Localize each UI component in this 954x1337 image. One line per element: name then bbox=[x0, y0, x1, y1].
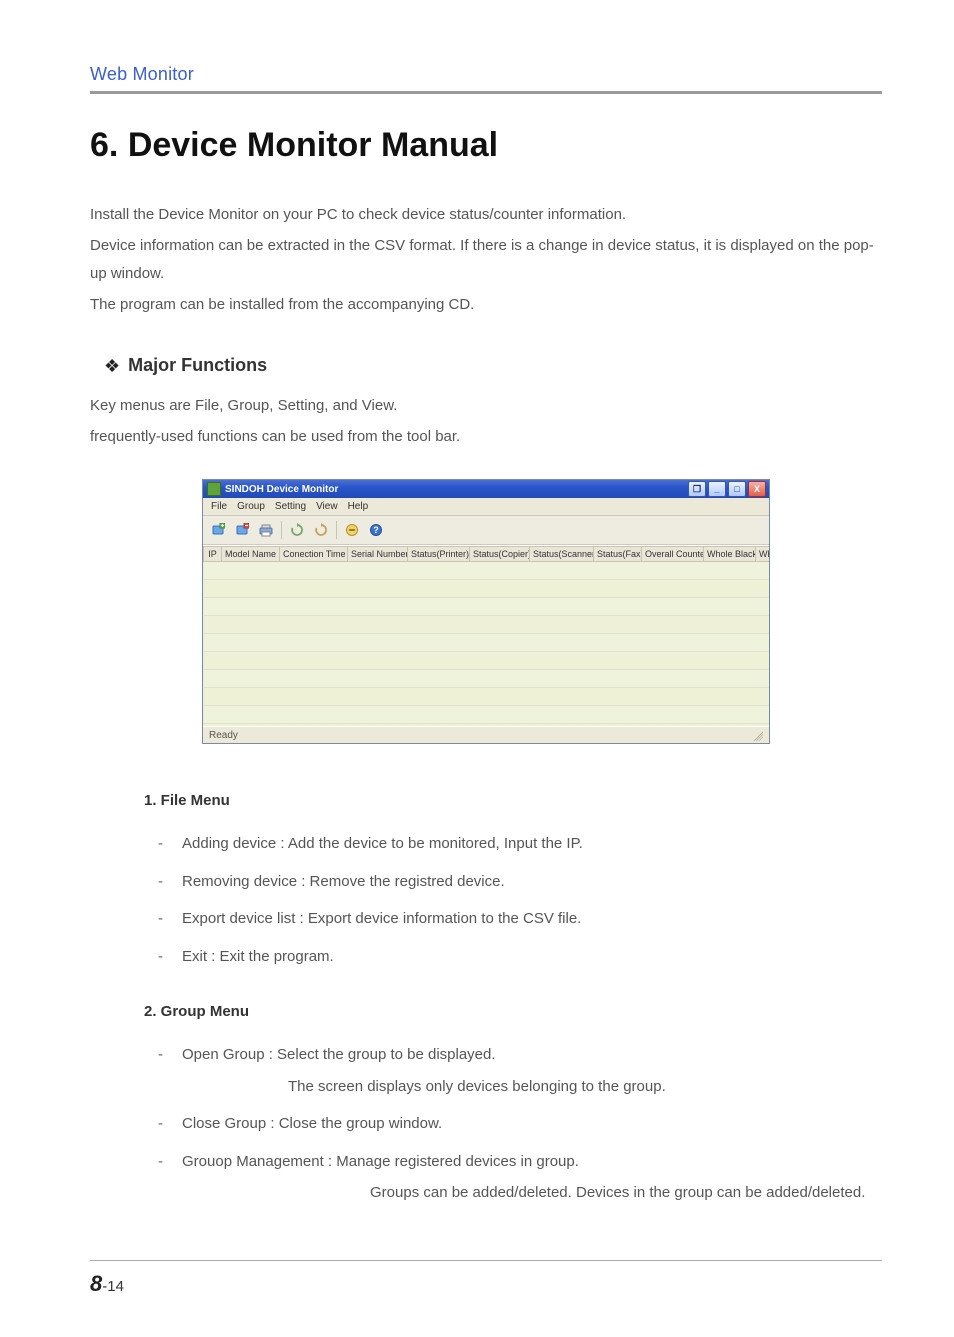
minimize2-button[interactable]: _ bbox=[708, 481, 726, 497]
list-item: -Adding device : Add the device to be mo… bbox=[158, 825, 882, 863]
menu-help[interactable]: Help bbox=[344, 500, 373, 513]
col-whole-black[interactable]: Whole Black bbox=[704, 547, 756, 562]
page-chapter: 8 bbox=[90, 1271, 102, 1296]
intro-p2: Device information can be extracted in t… bbox=[90, 232, 882, 289]
major-functions-heading-row: ❖ Major Functions bbox=[104, 355, 882, 376]
close-button[interactable]: X bbox=[748, 481, 766, 497]
device-table: IP Model Name Conection Time Serial Numb… bbox=[203, 546, 769, 726]
table-row bbox=[204, 580, 770, 598]
group-mgmt-line: Grouop Management : Manage registered de… bbox=[182, 1153, 579, 1170]
menu-view[interactable]: View bbox=[312, 500, 342, 513]
major-functions-heading: Major Functions bbox=[128, 355, 267, 376]
refresh-icon[interactable] bbox=[286, 519, 308, 541]
col-status-printer[interactable]: Status(Printer) bbox=[408, 547, 470, 562]
breadcrumb: Web Monitor bbox=[90, 64, 882, 85]
col-serial[interactable]: Serial Number bbox=[348, 547, 408, 562]
stop-icon[interactable] bbox=[341, 519, 363, 541]
col-ip[interactable]: IP bbox=[204, 547, 222, 562]
intro-p1: Install the Device Monitor on your PC to… bbox=[90, 201, 882, 230]
menu-file[interactable]: File bbox=[207, 500, 231, 513]
intro-p3: The program can be installed from the ac… bbox=[90, 291, 882, 320]
manual-page: Web Monitor 6. Device Monitor Manual Ins… bbox=[0, 0, 954, 1337]
device-grid[interactable]: IP Model Name Conection Time Serial Numb… bbox=[203, 545, 769, 726]
toolbar-separator-1 bbox=[281, 521, 282, 539]
page-index: -14 bbox=[102, 1278, 124, 1295]
major-p2: frequently-used functions can be used fr… bbox=[90, 423, 882, 452]
chapter-number: 6. bbox=[90, 126, 118, 164]
table-row bbox=[204, 688, 770, 706]
list-item: - Open Group : Select the group to be di… bbox=[158, 1036, 882, 1105]
printer-icon[interactable] bbox=[255, 519, 277, 541]
list-item: -Exit : Exit the program. bbox=[158, 938, 882, 976]
titlebar: SINDOH Device Monitor ❐ _ □ X bbox=[203, 480, 769, 498]
diamond-bullet-icon: ❖ bbox=[104, 357, 120, 375]
svg-text:?: ? bbox=[373, 525, 379, 535]
toolbar: ? bbox=[203, 516, 769, 545]
header-rule bbox=[90, 91, 882, 94]
dash-icon: - bbox=[158, 869, 172, 895]
window-buttons: ❐ _ □ X bbox=[688, 481, 766, 497]
chapter-title: 6. Device Monitor Manual bbox=[90, 126, 882, 165]
list-item: -Removing device : Remove the registred … bbox=[158, 863, 882, 901]
col-connection-time[interactable]: Conection Time bbox=[280, 547, 348, 562]
open-group-line: Open Group : Select the group to be disp… bbox=[182, 1046, 496, 1063]
list-item: - Close Group : Close the group window. bbox=[158, 1105, 882, 1143]
app-icon bbox=[207, 482, 221, 496]
file-menu-section: 1. File Menu -Adding device : Add the de… bbox=[144, 792, 882, 1212]
table-row bbox=[204, 706, 770, 724]
dash-icon: - bbox=[158, 831, 172, 857]
col-whole-color[interactable]: Whole Color bbox=[756, 547, 770, 562]
col-status-scanner[interactable]: Status(Scanner) bbox=[530, 547, 594, 562]
file-menu-heading: 1. File Menu bbox=[144, 792, 882, 809]
dash-icon: - bbox=[158, 944, 172, 970]
menu-setting[interactable]: Setting bbox=[271, 500, 310, 513]
col-status-copier[interactable]: Status(Copier) bbox=[470, 547, 530, 562]
add-device-icon[interactable] bbox=[207, 519, 229, 541]
dash-icon: - bbox=[158, 1042, 172, 1068]
titlebar-left: SINDOH Device Monitor bbox=[207, 482, 338, 496]
table-row bbox=[204, 598, 770, 616]
chapter-name: Device Monitor Manual bbox=[128, 126, 498, 164]
dash-icon: - bbox=[158, 1149, 172, 1175]
table-row bbox=[204, 634, 770, 652]
col-status-fax[interactable]: Status(Fax) bbox=[594, 547, 642, 562]
help-icon[interactable]: ? bbox=[365, 519, 387, 541]
maximize-button[interactable]: □ bbox=[728, 481, 746, 497]
close-group-line: Close Group : Close the group window. bbox=[182, 1111, 442, 1137]
table-row bbox=[204, 670, 770, 688]
refresh-all-icon[interactable] bbox=[310, 519, 332, 541]
footer-rule bbox=[90, 1260, 882, 1261]
app-window: SINDOH Device Monitor ❐ _ □ X File Group… bbox=[202, 479, 770, 744]
menu-group[interactable]: Group bbox=[233, 500, 269, 513]
remove-device-icon[interactable] bbox=[231, 519, 253, 541]
major-p1: Key menus are File, Group, Setting, and … bbox=[90, 392, 882, 421]
table-row bbox=[204, 616, 770, 634]
group-mgmt-cont: Groups can be added/deleted. Devices in … bbox=[182, 1180, 865, 1206]
table-row bbox=[204, 562, 770, 580]
resize-grip-icon[interactable] bbox=[751, 729, 763, 741]
list-item: - Grouop Management : Manage registered … bbox=[158, 1143, 882, 1212]
dash-icon: - bbox=[158, 906, 172, 932]
toolbar-separator-2 bbox=[336, 521, 337, 539]
col-model[interactable]: Model Name bbox=[222, 547, 280, 562]
statusbar: Ready bbox=[203, 726, 769, 743]
open-group-cont: The screen displays only devices belongi… bbox=[182, 1074, 666, 1100]
menubar: File Group Setting View Help bbox=[203, 498, 769, 516]
col-overall-counter[interactable]: Overall Counter bbox=[642, 547, 704, 562]
table-row bbox=[204, 652, 770, 670]
list-item: -Export device list : Export device info… bbox=[158, 900, 882, 938]
page-number: 8-14 bbox=[90, 1271, 882, 1297]
group-menu-heading: 2. Group Menu bbox=[144, 1003, 882, 1020]
minimize-button[interactable]: ❐ bbox=[688, 481, 706, 497]
dash-icon: - bbox=[158, 1111, 172, 1137]
app-title: SINDOH Device Monitor bbox=[225, 484, 338, 495]
status-text: Ready bbox=[209, 730, 238, 741]
